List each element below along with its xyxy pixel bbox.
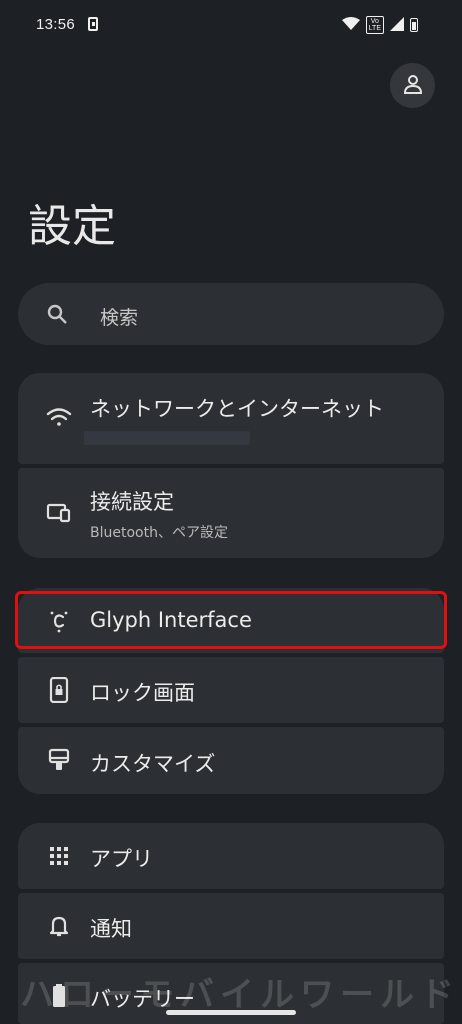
volte-bottom: LTE (368, 25, 381, 32)
account-icon (402, 73, 424, 99)
settings-item-network[interactable]: ネットワークとインターネット (18, 373, 444, 464)
status-time: 13:56 (36, 16, 76, 33)
glyph-highlight-box (15, 591, 447, 649)
settings-group-connectivity: ネットワークとインターネット 接続設定 Bluetooth、ペア設定 (18, 373, 444, 558)
connected-devices-icon (44, 498, 74, 528)
settings-item-apps[interactable]: アプリ (18, 823, 444, 889)
account-button[interactable] (390, 63, 435, 108)
settings-item-connected-devices[interactable]: 接続設定 Bluetooth、ペア設定 (18, 468, 444, 558)
notification-icon (88, 17, 98, 31)
customize-icon (44, 745, 74, 775)
bell-icon (44, 911, 74, 941)
settings-item-lock-screen[interactable]: ロック画面 (18, 657, 444, 723)
settings-item-title: ネットワークとインターネット (90, 397, 384, 421)
search-placeholder: 検索 (100, 307, 139, 329)
settings-item-notifications[interactable]: 通知 (18, 893, 444, 959)
wifi-status-icon (341, 16, 360, 35)
settings-item-subtitle: Bluetooth、ペア設定 (90, 525, 228, 541)
settings-item-customize[interactable]: カスタマイズ (18, 727, 444, 794)
network-subtitle-redacted (84, 431, 250, 445)
volte-icon: Vo LTE (365, 16, 384, 34)
settings-item-title: ロック画面 (90, 681, 195, 705)
volte-top: Vo (370, 18, 379, 25)
lock-screen-icon (44, 675, 74, 705)
settings-item-title: カスタマイズ (90, 752, 216, 776)
search-icon (46, 303, 68, 329)
battery-status-icon (410, 18, 418, 32)
signal-icon (390, 16, 404, 35)
status-icons: Vo LTE (341, 16, 418, 35)
apps-grid-icon (44, 841, 74, 871)
wifi-icon (44, 403, 74, 433)
status-bar: 13:56 Vo LTE (0, 0, 462, 52)
search-bar[interactable]: 検索 (18, 283, 444, 345)
watermark: ハローモバイルワールド (20, 975, 460, 1015)
settings-item-title: 通知 (90, 917, 132, 941)
settings-item-title: アプリ (90, 847, 153, 871)
gesture-nav-bar[interactable] (166, 1010, 296, 1015)
settings-item-title: 接続設定 (90, 490, 174, 514)
page-title: 設定 (28, 201, 116, 252)
